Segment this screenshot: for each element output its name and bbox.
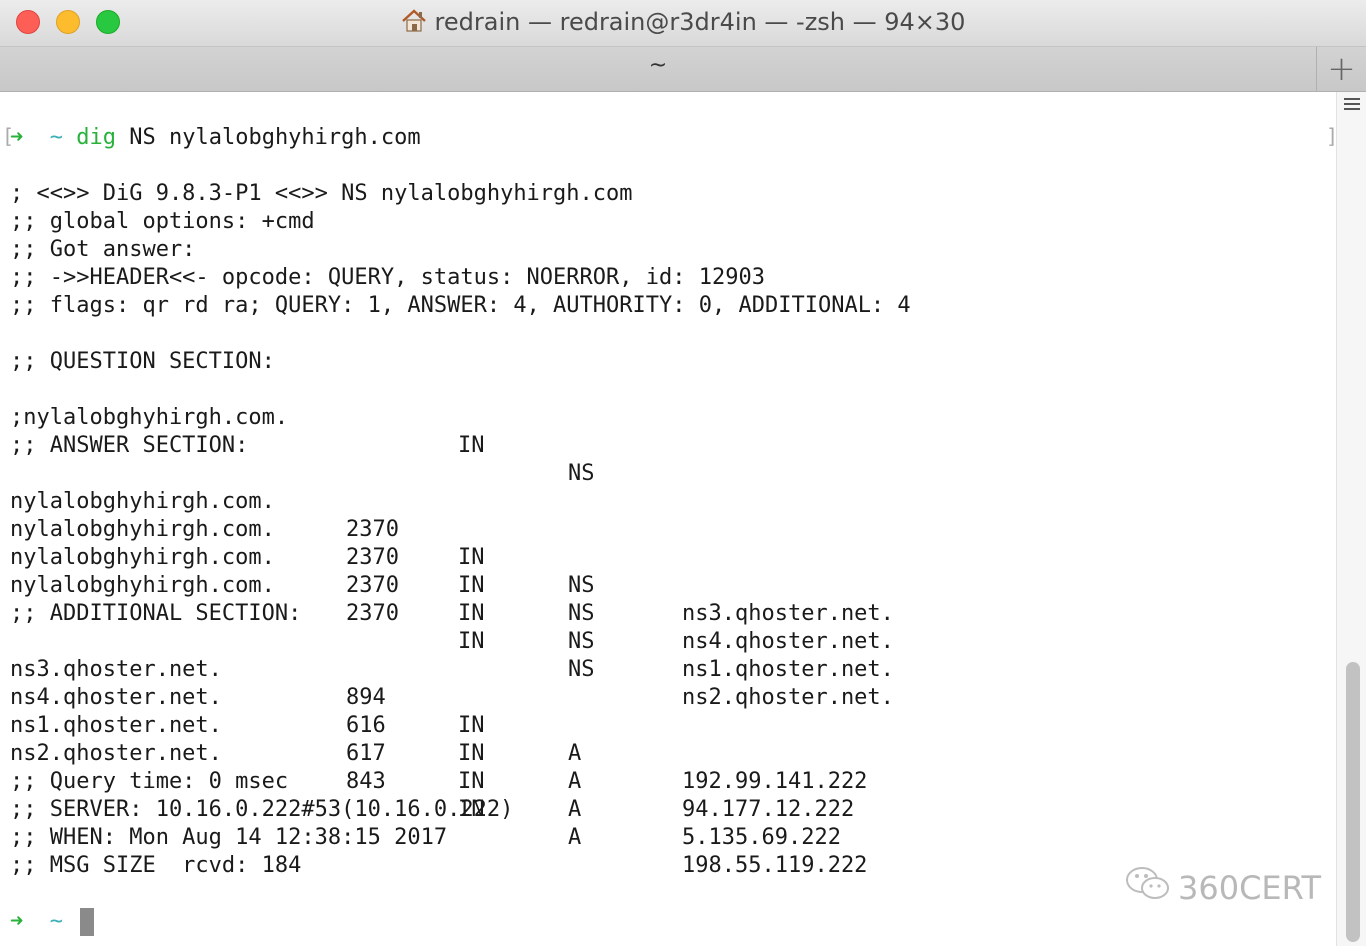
prompt-cwd: ~ (49, 909, 63, 934)
record-data: 94.177.12.222 (682, 797, 855, 822)
scroll-menu-icon[interactable] (1344, 98, 1360, 112)
answer-row: nylalobghyhirgh.com. 2370 IN NS ns3.qhos… (10, 460, 1310, 626)
record-type: A (568, 769, 582, 794)
scrollbar-thumb[interactable] (1346, 662, 1360, 942)
tab-bar: ~ + (0, 47, 1366, 92)
output-line: ;; global options: +cmd (10, 209, 315, 234)
question-section-header: ;; QUESTION SECTION: (10, 349, 275, 374)
watermark: 360CERT (1124, 866, 1321, 910)
command-name: dig (76, 125, 116, 150)
answer-section-header: ;; ANSWER SECTION: (10, 433, 249, 458)
additional-row: ns1.qhoster.net. 617 IN A 5.135.69.222 (10, 684, 1310, 850)
record-type: A (568, 825, 582, 850)
title-bar: redrain — redrain@r3dr4in — -zsh — 94×30 (0, 0, 1366, 47)
additional-row: ns2.qhoster.net. 843 IN A 198.55.119.222 (10, 712, 1310, 878)
prompt-cwd: ~ (49, 125, 63, 150)
tab-home[interactable]: ~ (0, 53, 1316, 78)
output-line: ;; Query time: 0 msec (10, 769, 289, 794)
output-line: ;; ->>HEADER<<- opcode: QUERY, status: N… (10, 265, 765, 290)
text-cursor (80, 908, 94, 936)
output-line: ;; SERVER: 10.16.0.222#53(10.16.0.222) (10, 797, 514, 822)
output-line: ;; WHEN: Mon Aug 14 12:38:15 2017 (10, 825, 448, 850)
record-data: 198.55.119.222 (682, 853, 868, 878)
record-ttl: 2370 (346, 601, 399, 626)
record-class: IN (458, 573, 485, 598)
output-line: ; <<>> DiG 9.8.3-P1 <<>> NS nylalobghyhi… (10, 181, 633, 206)
window-title-wrap: redrain — redrain@r3dr4in — -zsh — 94×30 (0, 8, 1366, 39)
record-type: A (568, 741, 582, 766)
record-type: A (568, 797, 582, 822)
new-tab-button[interactable]: + (1316, 47, 1366, 91)
home-icon (401, 9, 427, 39)
record-data: ns3.qhoster.net. (682, 601, 894, 626)
output-line: ;; MSG SIZE rcvd: 184 (10, 853, 302, 878)
record-name: ns2.qhoster.net. (10, 741, 222, 766)
prompt-arrow-icon: ➜ (10, 125, 24, 150)
record-class: IN (458, 433, 485, 458)
output-line: ;; flags: qr rd ra; QUERY: 1, ANSWER: 4,… (10, 293, 911, 318)
record-name: nylalobghyhirgh.com. (10, 573, 275, 598)
answer-row: nylalobghyhirgh.com. 2370 IN NS ns1.qhos… (10, 516, 1310, 682)
record-class: IN (458, 769, 485, 794)
answer-row: nylalobghyhirgh.com. 2370 IN NS ns2.qhos… (10, 544, 1310, 710)
additional-section-header: ;; ADDITIONAL SECTION: (10, 601, 302, 626)
command-args: NS nylalobghyhirgh.com (116, 125, 421, 150)
prompt-line: ➜ ~ (10, 908, 63, 936)
record-class: IN (458, 741, 485, 766)
record-type: NS (568, 601, 595, 626)
record-data: 192.99.141.222 (682, 769, 868, 794)
output-line: ;; Got answer: (10, 237, 196, 262)
record-ttl: 843 (346, 769, 386, 794)
window-title: redrain — redrain@r3dr4in — -zsh — 94×30 (434, 8, 966, 36)
record-data: 5.135.69.222 (682, 825, 841, 850)
wechat-icon (1124, 864, 1172, 912)
command-line: ➜ ~ dig NS nylalobghyhirgh.com (10, 124, 421, 152)
record-class: IN (458, 601, 485, 626)
answer-row: nylalobghyhirgh.com. 2370 IN NS ns4.qhos… (10, 488, 1310, 654)
record-ttl: 617 (346, 741, 386, 766)
prompt-arrow-icon: ➜ (10, 909, 24, 934)
watermark-text: 360CERT (1178, 869, 1322, 907)
additional-row: ns3.qhoster.net. 894 IN A 192.99.141.222 (10, 628, 1310, 794)
record-type: NS (568, 573, 595, 598)
record-ttl: 2370 (346, 573, 399, 598)
record-name: ;nylalobghyhirgh.com. (10, 405, 289, 430)
additional-row: ns4.qhoster.net. 616 IN A 94.177.12.222 (10, 656, 1310, 822)
question-row: ;nylalobghyhirgh.com. IN NS (10, 376, 1310, 486)
